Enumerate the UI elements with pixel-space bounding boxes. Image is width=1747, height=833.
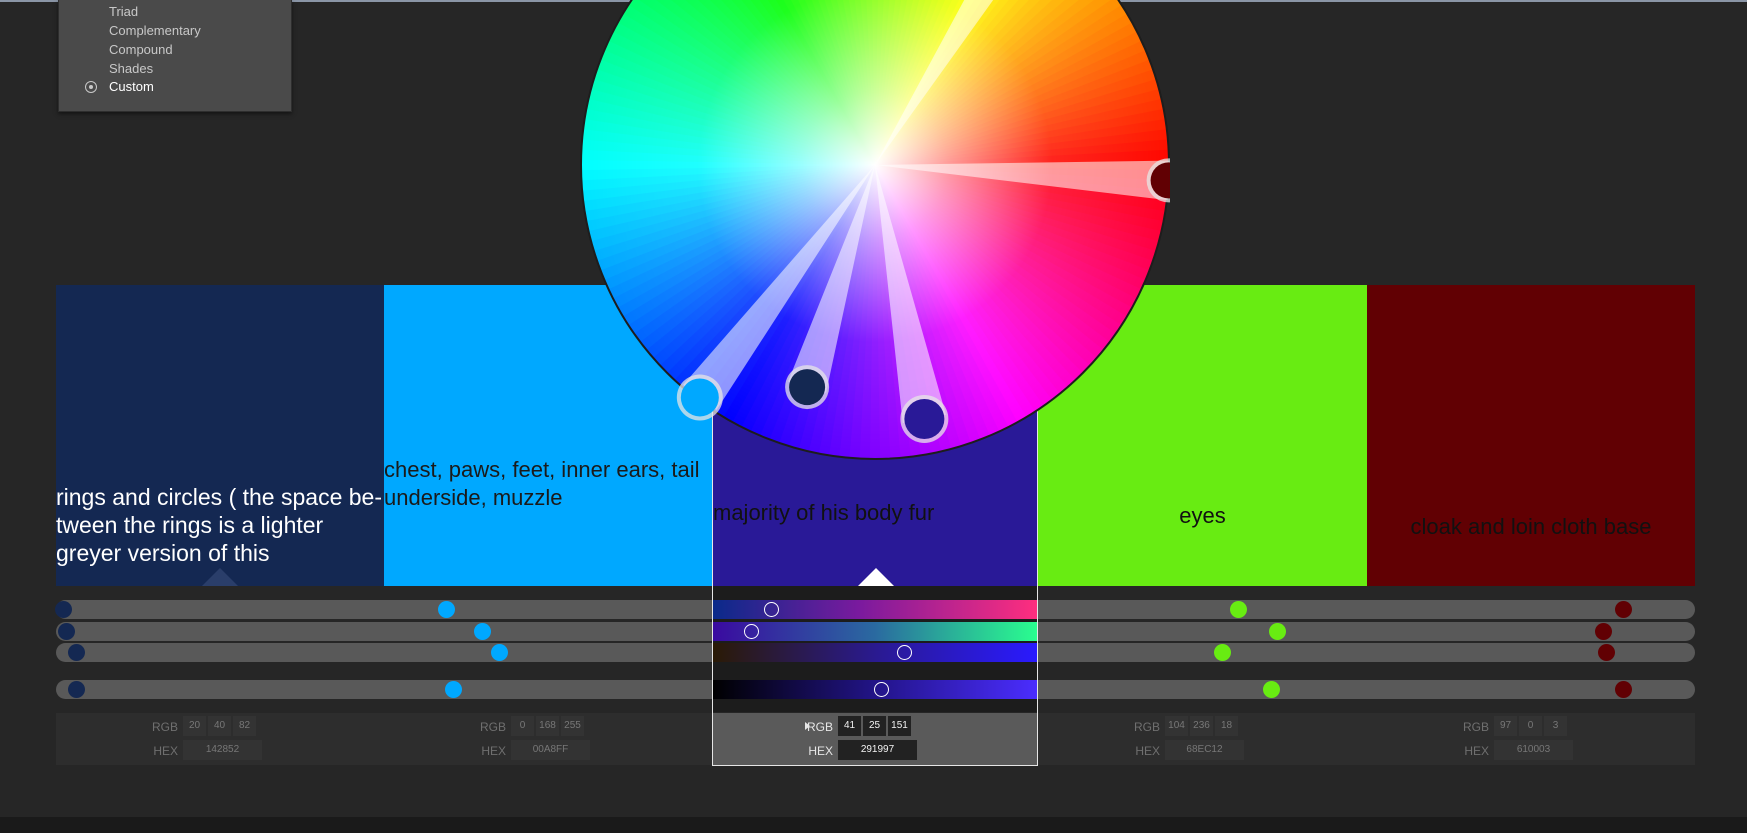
- hex-label: HEX: [1135, 744, 1160, 758]
- swatch-dark-red[interactable]: cloak and loin cloth base: [1367, 285, 1695, 586]
- rule-complementary[interactable]: Complementary: [109, 23, 201, 38]
- slider-knob[interactable]: [874, 682, 889, 697]
- rgb-field[interactable]: 104: [1165, 716, 1188, 736]
- rgb-field[interactable]: 3: [1544, 716, 1567, 736]
- slider-dot[interactable]: [1262, 681, 1280, 698]
- slider-knob[interactable]: [896, 645, 912, 660]
- label-line: cloak and loin cloth base: [1410, 514, 1652, 539]
- rgb-label: RGB: [479, 720, 506, 734]
- rgb-label: RGB: [806, 720, 833, 734]
- expand-arrow-icon[interactable]: [805, 722, 810, 730]
- swatch-navy[interactable]: rings and circles ( the space be- tween …: [56, 285, 384, 586]
- green-channel-slider[interactable]: [713, 622, 1038, 641]
- rule-shades[interactable]: Shades: [109, 61, 153, 76]
- rgb-field[interactable]: 168: [536, 716, 559, 736]
- slider-dot[interactable]: [1230, 601, 1248, 618]
- slider-dot[interactable]: [1614, 601, 1632, 618]
- wheel-saturation-overlay: [581, 0, 1169, 459]
- rgb-field[interactable]: 20: [183, 716, 206, 736]
- handle-purple[interactable]: [904, 398, 945, 439]
- rule-custom[interactable]: Custom: [109, 79, 154, 94]
- slider-dot[interactable]: [67, 681, 85, 698]
- rule-triad[interactable]: Triad: [109, 4, 138, 19]
- slider-dot[interactable]: [67, 644, 85, 661]
- hex-label: HEX: [481, 744, 506, 758]
- slider-dot[interactable]: [1213, 644, 1231, 661]
- rgb-field[interactable]: 97: [1494, 716, 1517, 736]
- label-line: greyer version of this: [56, 540, 270, 566]
- hex-field[interactable]: 68EC12: [1165, 740, 1244, 760]
- rgb-field[interactable]: 82: [233, 716, 256, 736]
- swatch-dark-red-label[interactable]: cloak and loin cloth base: [1367, 513, 1695, 541]
- label-line: eyes: [1179, 503, 1226, 528]
- label-line: tween the rings is a lighter: [56, 512, 324, 538]
- slider-knob[interactable]: [744, 624, 759, 639]
- rgb-field[interactable]: 0: [511, 716, 534, 736]
- slider-knob[interactable]: [763, 602, 779, 617]
- rgb-field[interactable]: 40: [208, 716, 231, 736]
- window-bottom-bar: [0, 817, 1747, 833]
- hex-label: HEX: [153, 744, 178, 758]
- rgb-field[interactable]: 25: [863, 716, 886, 736]
- rgb-label: RGB: [1462, 720, 1489, 734]
- rgb-label: RGB: [151, 720, 178, 734]
- label-line: rings and circles ( the space be-: [56, 484, 382, 510]
- label-line: chest, paws, feet, inner ears, tail: [384, 457, 700, 482]
- slider-dot[interactable]: [444, 681, 462, 698]
- rule-compound[interactable]: Compound: [109, 42, 173, 57]
- custom-radio-icon[interactable]: [85, 81, 97, 93]
- rgb-field[interactable]: 0: [1519, 716, 1542, 736]
- hex-field[interactable]: 142852: [183, 740, 262, 760]
- handle-navy[interactable]: [789, 369, 826, 406]
- swatch-sky-blue-label[interactable]: chest, paws, feet, inner ears, tail unde…: [384, 456, 713, 512]
- hex-field[interactable]: 610003: [1494, 740, 1573, 760]
- swatch-green-label[interactable]: eyes: [1038, 502, 1367, 530]
- rgb-field[interactable]: 255: [561, 716, 584, 736]
- hex-label: HEX: [808, 744, 833, 758]
- red-channel-slider[interactable]: [713, 600, 1038, 619]
- handle-cyan[interactable]: [680, 378, 719, 417]
- blue-channel-slider[interactable]: [713, 643, 1038, 662]
- rgb-field[interactable]: 18: [1215, 716, 1238, 736]
- rgb-label: RGB: [1133, 720, 1160, 734]
- rgb-field[interactable]: 151: [888, 716, 911, 736]
- slider-dot[interactable]: [57, 623, 75, 640]
- label-line: underside, muzzle: [384, 485, 563, 510]
- swatch-marker-icon: [202, 568, 238, 586]
- slider-dot[interactable]: [54, 601, 72, 618]
- swatch-navy-label[interactable]: rings and circles ( the space be- tween …: [56, 483, 384, 567]
- hex-field[interactable]: 291997: [838, 740, 917, 760]
- label-line: majority of his body fur: [713, 500, 935, 525]
- slider-dot[interactable]: [1614, 681, 1632, 698]
- rgb-field[interactable]: 41: [838, 716, 861, 736]
- swatch-purple-label[interactable]: majority of his body fur: [713, 499, 1038, 527]
- rgb-field[interactable]: 236: [1190, 716, 1213, 736]
- hex-field[interactable]: 00A8FF: [511, 740, 590, 760]
- hex-label: HEX: [1464, 744, 1489, 758]
- slider-dot[interactable]: [490, 644, 508, 661]
- color-wheel[interactable]: [580, 0, 1170, 460]
- color-wheel-app: Triad Complementary Compound Shades Cust…: [0, 0, 1747, 833]
- harmony-rules-panel: Triad Complementary Compound Shades Cust…: [58, 0, 292, 112]
- selected-swatch-marker-icon: [858, 568, 894, 586]
